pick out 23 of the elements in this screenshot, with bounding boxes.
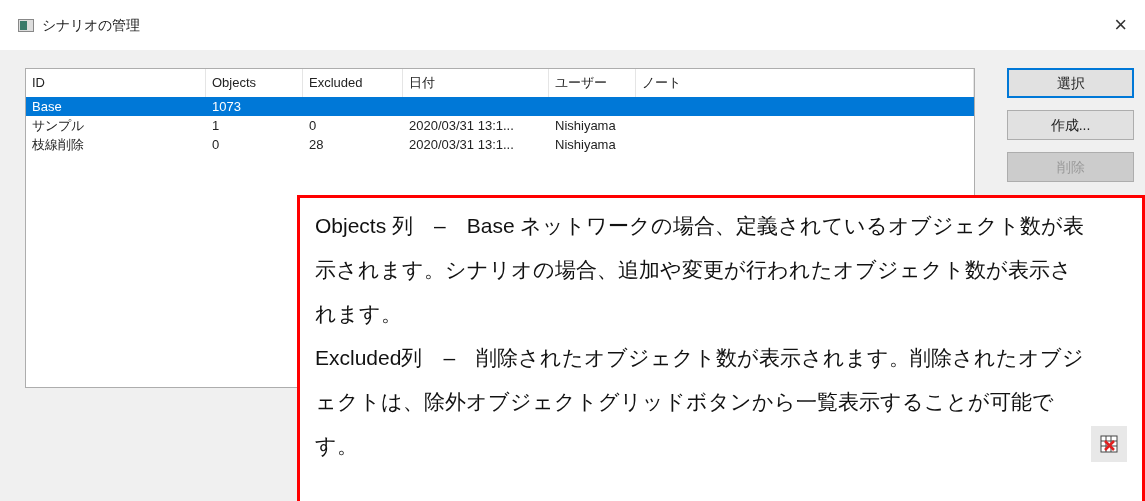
table-cell-text: 2020/03/31 13:1... bbox=[408, 135, 515, 154]
excluded-grid-icon bbox=[1091, 426, 1127, 462]
table-cell-text: Nishiyama bbox=[554, 116, 617, 135]
dialog-button[interactable]: 作成... bbox=[1007, 110, 1134, 140]
table-row[interactable]: サンプル 1 0 2020/03/31 13:1... Nishiyama bbox=[26, 116, 974, 135]
table-cell-text: 1 bbox=[211, 116, 221, 135]
table-cell-text: 枝線削除 bbox=[31, 135, 85, 154]
close-button[interactable]: × bbox=[1114, 14, 1127, 36]
callout-text: Objects 列 – Base ネットワークの場合、定義されているオブジェクト数が表示されます。シナリオの場合、追加や変更が行われたオブジェクト数が表示されます。 bbox=[315, 213, 1086, 327]
table-cell-text: Base bbox=[31, 97, 63, 116]
window-icon bbox=[18, 18, 34, 32]
dialog-button[interactable]: 選択 bbox=[1007, 68, 1134, 98]
table-cell-text: サンプル bbox=[31, 116, 85, 135]
table-cell-text: 28 bbox=[308, 135, 325, 154]
table-cell-text: 0 bbox=[308, 116, 318, 135]
table-row[interactable]: Base 1073 bbox=[26, 97, 974, 116]
table-cell-text: Nishiyama bbox=[554, 135, 617, 154]
table-row[interactable]: 枝線削除 0 28 2020/03/31 13:1... Nishiyama bbox=[26, 135, 974, 154]
table-cell-text: 1073 bbox=[211, 97, 242, 116]
table-cell-text: 2020/03/31 13:1... bbox=[408, 116, 515, 135]
table-cell-text: 0 bbox=[211, 135, 221, 154]
window-title: シナリオの管理 bbox=[42, 15, 140, 35]
callout-text: Excluded列 – 削除されたオブジェクト数が表示されます。削除されたオブジェクトは、除外オブジェクトグリッドボタンから一覧表示することが可能です。 bbox=[315, 345, 1086, 459]
